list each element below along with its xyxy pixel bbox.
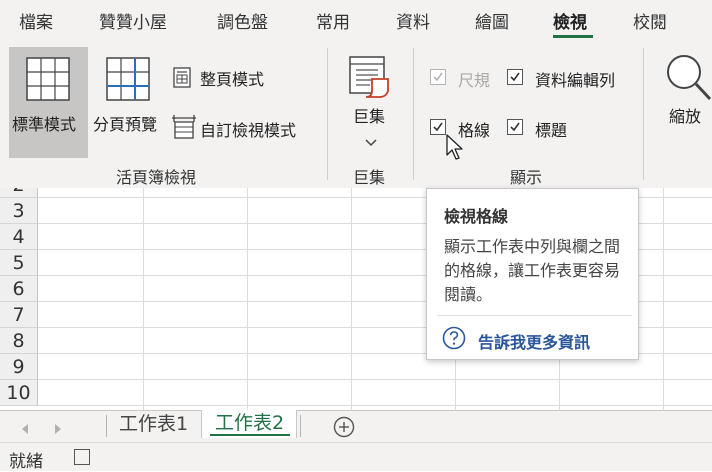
sheet-tab-bar: 工作表1 工作表2 [0, 410, 712, 443]
ruler-label: 尺規 [458, 71, 491, 90]
tooltip-title: 檢視格線 [444, 207, 509, 226]
macros-group-label: 巨集 [353, 168, 386, 187]
status-bar: 就緒 [0, 442, 712, 472]
row-header[interactable]: 10 [0, 380, 38, 406]
tab-draw[interactable]: 繪圖 [475, 8, 509, 33]
magnifier-icon [664, 52, 712, 106]
custom-views-icon [171, 114, 197, 143]
normal-view-icon [26, 57, 70, 105]
headings-checkbox[interactable]: 標題 [507, 117, 577, 140]
tab-zanzan-cabin[interactable]: 贊贊小屋 [99, 8, 167, 33]
zoom-label: 縮放 [669, 107, 702, 126]
active-tab-indicator [553, 35, 593, 38]
macros-button[interactable]: 巨集 [340, 50, 402, 150]
group-divider [327, 48, 328, 180]
macros-icon [348, 55, 394, 103]
macros-label: 巨集 [353, 107, 386, 126]
formula-bar-check-icon [507, 69, 523, 85]
help-icon [442, 326, 466, 354]
row-header[interactable]: 2 [0, 188, 38, 198]
row-header[interactable]: 8 [0, 328, 38, 354]
scroll-right-icon[interactable] [53, 420, 63, 439]
tab-data[interactable]: 資料 [396, 8, 430, 33]
row-header[interactable]: 9 [0, 354, 38, 380]
group-divider [413, 48, 414, 180]
custom-views-label: 自訂檢視模式 [200, 121, 297, 140]
page-layout-button[interactable]: 整頁模式 [172, 64, 282, 90]
active-sheet-indicator [210, 434, 290, 436]
row-header[interactable]: 3 [0, 198, 38, 224]
tab-palette[interactable]: 調色盤 [217, 8, 268, 33]
workbook-views-group-label: 活頁簿檢視 [116, 168, 197, 187]
zoom-button[interactable]: 縮放 [655, 48, 712, 148]
row-header[interactable]: 4 [0, 224, 38, 250]
row-gridline [38, 405, 712, 406]
ruler-check-icon [430, 69, 446, 85]
sheet-tab-1[interactable]: 工作表1 [119, 411, 188, 439]
macro-record-icon[interactable] [74, 449, 90, 465]
custom-views-button[interactable]: 自訂檢視模式 [170, 113, 315, 141]
page-break-preview-label: 分頁預覽 [93, 115, 158, 134]
formula-bar-label: 資料編輯列 [535, 71, 616, 90]
scroll-left-icon[interactable] [20, 420, 30, 439]
headings-check-icon [507, 119, 523, 135]
mouse-cursor-icon [446, 134, 468, 166]
column-gridline [247, 188, 248, 410]
tooltip-help-link[interactable]: 告訴我更多資訊 [478, 329, 590, 353]
row-header[interactable]: 5 [0, 250, 38, 276]
row-gridline [38, 379, 712, 380]
group-divider [643, 48, 644, 180]
column-gridline [351, 188, 352, 410]
column-gridline [663, 188, 664, 410]
tab-view[interactable]: 檢視 [553, 8, 587, 33]
gridlines-tooltip: 檢視格線 顯示工作表中列與欄之間的格線，讓工作表更容易閱讀。 告訴我更多資訊 [426, 188, 639, 360]
ribbon-tab-bar: 檔案 贊贊小屋 調色盤 常用 資料 繪圖 檢視 校閱 [0, 0, 712, 40]
tab-home[interactable]: 常用 [316, 8, 350, 33]
page-layout-icon [173, 67, 191, 92]
gridlines-check-icon [430, 119, 446, 135]
page-layout-label: 整頁模式 [200, 70, 265, 89]
ruler-checkbox[interactable]: 尺規 [430, 67, 500, 90]
status-ready: 就緒 [9, 452, 43, 472]
page-break-preview-button[interactable]: 分頁預覽 [90, 47, 166, 158]
chevron-down-icon [365, 132, 377, 151]
add-sheet-icon[interactable] [333, 416, 355, 442]
column-gridline [143, 188, 144, 410]
page-break-preview-icon [106, 57, 150, 105]
row-header[interactable]: 7 [0, 302, 38, 328]
row-header[interactable]: 6 [0, 276, 38, 302]
headings-label: 標題 [535, 121, 568, 140]
tooltip-description: 顯示工作表中列與欄之間的格線，讓工作表更容易閱讀。 [444, 237, 621, 304]
normal-view-label: 標準模式 [12, 115, 77, 134]
tab-review[interactable]: 校閱 [633, 8, 667, 33]
normal-view-button[interactable]: 標準模式 [9, 47, 88, 158]
sheet-tab-2[interactable]: 工作表2 [201, 410, 297, 438]
formula-bar-checkbox[interactable]: 資料編輯列 [507, 67, 632, 90]
tab-divider [300, 415, 301, 437]
tab-divider [106, 415, 107, 437]
show-group-label: 顯示 [510, 168, 543, 187]
tooltip-divider [437, 315, 632, 316]
ribbon: 標準模式 分頁預覽 整頁模式 自訂檢視模式 活頁簿檢視 巨集 巨集 尺規 資料編… [0, 40, 712, 189]
tab-file[interactable]: 檔案 [19, 8, 53, 33]
